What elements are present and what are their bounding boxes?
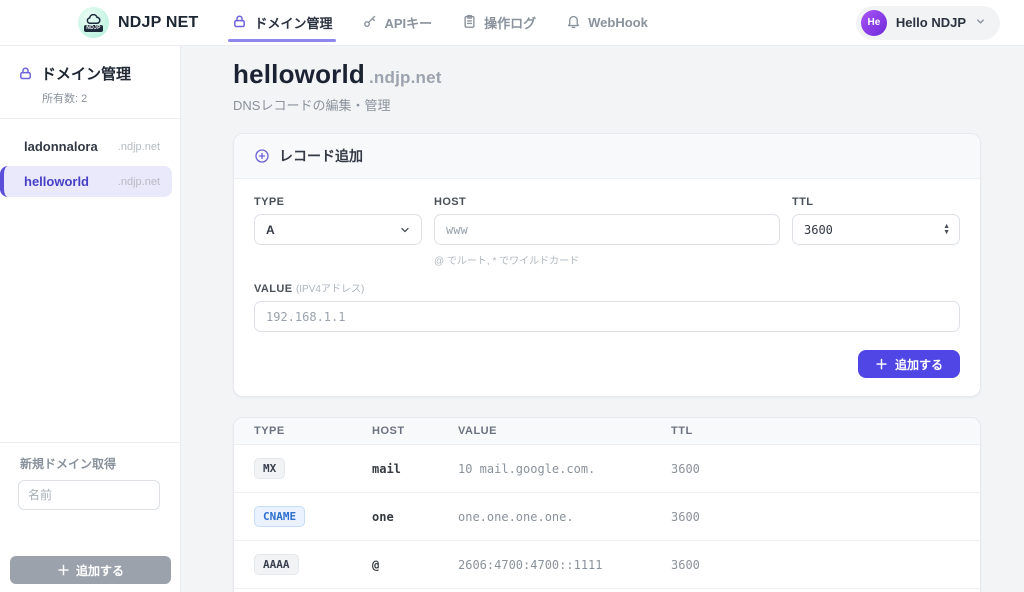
page-title-domain: helloworld: [233, 59, 365, 89]
record-host: one: [372, 510, 458, 524]
page-title-suffix: .ndjp.net: [369, 68, 442, 87]
chevron-down-icon: [975, 15, 986, 30]
sidebar-title: ドメイン管理: [18, 63, 162, 84]
ttl-label: TTL: [792, 196, 960, 208]
records-table: TYPE HOST VALUE TTL MX mail10 mail.google…: [233, 417, 981, 592]
add-record-title: レコード追加: [279, 146, 363, 166]
table-row: MX mail10 mail.google.com.3600: [234, 445, 980, 493]
record-type-badge: AAAA: [254, 554, 299, 575]
user-menu-button[interactable]: He Hello NDJP: [856, 6, 1000, 40]
add-record-card: レコード追加 TYPE A HOST: [233, 133, 981, 397]
host-input[interactable]: [446, 223, 768, 237]
key-icon: [362, 14, 377, 32]
owned-count: 所有数: 2: [42, 90, 162, 106]
type-label: TYPE: [254, 196, 422, 208]
value-label: VALUE (IPV4アドレス): [254, 280, 960, 295]
records-table-body: MXmail10 mail.google.com.3600CNAMEoneone…: [234, 445, 980, 592]
nav-label: WebHook: [588, 15, 648, 30]
record-host: @: [372, 558, 458, 572]
record-ttl: 3600: [671, 462, 960, 476]
table-row: CNAME oneone.one.one.one.3600: [234, 493, 980, 541]
clipboard-icon: [462, 14, 477, 32]
plus-circle-icon: [254, 148, 270, 164]
topbar: NDJP NDJP NET ドメイン管理 APIキー 操作ログ W: [0, 0, 1024, 46]
record-ttl: 3600: [671, 558, 960, 572]
new-domain-label: 新規ドメイン取得: [20, 455, 180, 472]
page-subtitle: DNSレコードの編集・管理: [233, 95, 981, 114]
col-header-value: VALUE: [458, 425, 671, 437]
table-row: AAAA @2606:4700:4700::11113600: [234, 541, 980, 589]
record-ttl: 3600: [671, 510, 960, 524]
record-host: mail: [372, 462, 458, 476]
sidebar-item-ladonnalora[interactable]: ladonnalora .ndjp.net: [0, 131, 172, 162]
chevron-down-icon: [399, 224, 411, 236]
value-label-note: (IPV4アドレス): [296, 284, 364, 295]
nav-item-api-key[interactable]: APIキー: [362, 0, 432, 45]
brand: NDJP NDJP NET: [78, 7, 198, 38]
nav-label: 操作ログ: [484, 13, 536, 32]
col-header-ttl: TTL: [671, 425, 960, 437]
cloud-icon: [86, 14, 101, 25]
add-record-button-label: 追加する: [895, 356, 943, 373]
avatar: He: [861, 10, 887, 36]
ttl-stepper[interactable]: ▲▼: [943, 224, 950, 236]
new-domain-section: 新規ドメイン取得 ＋ 追加する: [0, 442, 180, 592]
brand-name: NDJP NET: [118, 14, 198, 32]
new-domain-add-label: 追加する: [76, 562, 124, 579]
main-nav: ドメイン管理 APIキー 操作ログ WebHook: [232, 0, 647, 45]
nav-label: ドメイン管理: [254, 13, 332, 32]
sidebar-title-label: ドメイン管理: [41, 63, 131, 84]
plus-icon: ＋: [875, 358, 888, 371]
main-content: helloworld.ndjp.net DNSレコードの編集・管理 レコード追加…: [181, 46, 1024, 592]
lock-icon: [18, 66, 33, 81]
bell-icon: [566, 14, 581, 32]
col-header-type: TYPE: [254, 425, 372, 437]
domain-suffix: .ndjp.net: [118, 176, 160, 188]
add-record-button[interactable]: ＋ 追加する: [858, 350, 960, 378]
add-record-header: レコード追加: [234, 134, 980, 179]
host-hint: @ でルート, * でワイルドカード: [434, 252, 780, 267]
record-value: one.one.one.one.: [458, 510, 671, 524]
ndjp-logo-icon: NDJP: [78, 7, 109, 38]
user-name: Hello NDJP: [896, 15, 966, 30]
domain-list: ladonnalora .ndjp.net helloworld .ndjp.n…: [0, 119, 180, 213]
domain-name: helloworld: [24, 174, 89, 189]
nav-label: APIキー: [384, 13, 432, 32]
nav-item-operation-log[interactable]: 操作ログ: [462, 0, 536, 45]
domain-suffix: .ndjp.net: [118, 141, 160, 153]
col-header-host: HOST: [372, 425, 458, 437]
logo-text: NDJP: [84, 25, 103, 32]
value-input[interactable]: [266, 310, 948, 324]
value-label-text: VALUE: [254, 283, 292, 295]
record-type-badge: CNAME: [254, 506, 305, 527]
table-header-row: TYPE HOST VALUE TTL: [234, 418, 980, 445]
new-domain-add-button[interactable]: ＋ 追加する: [10, 556, 171, 584]
type-select-value: A: [266, 223, 275, 237]
new-domain-input[interactable]: [18, 480, 160, 510]
record-type-badge: MX: [254, 458, 285, 479]
sidebar: ドメイン管理 所有数: 2 ladonnalora .ndjp.net hell…: [0, 46, 181, 592]
nav-item-webhook[interactable]: WebHook: [566, 0, 648, 45]
record-value: 2606:4700:4700::1111: [458, 558, 671, 572]
domain-name: ladonnalora: [24, 139, 98, 154]
type-select[interactable]: A: [254, 214, 422, 245]
record-value: 10 mail.google.com.: [458, 462, 671, 476]
page-title: helloworld.ndjp.net: [233, 59, 981, 90]
sidebar-item-helloworld[interactable]: helloworld .ndjp.net: [0, 166, 172, 197]
ttl-input[interactable]: [804, 223, 948, 237]
plus-icon: ＋: [57, 564, 70, 577]
lock-icon: [232, 14, 247, 32]
nav-item-domain-management[interactable]: ドメイン管理: [232, 0, 332, 45]
host-label: HOST: [434, 196, 780, 208]
